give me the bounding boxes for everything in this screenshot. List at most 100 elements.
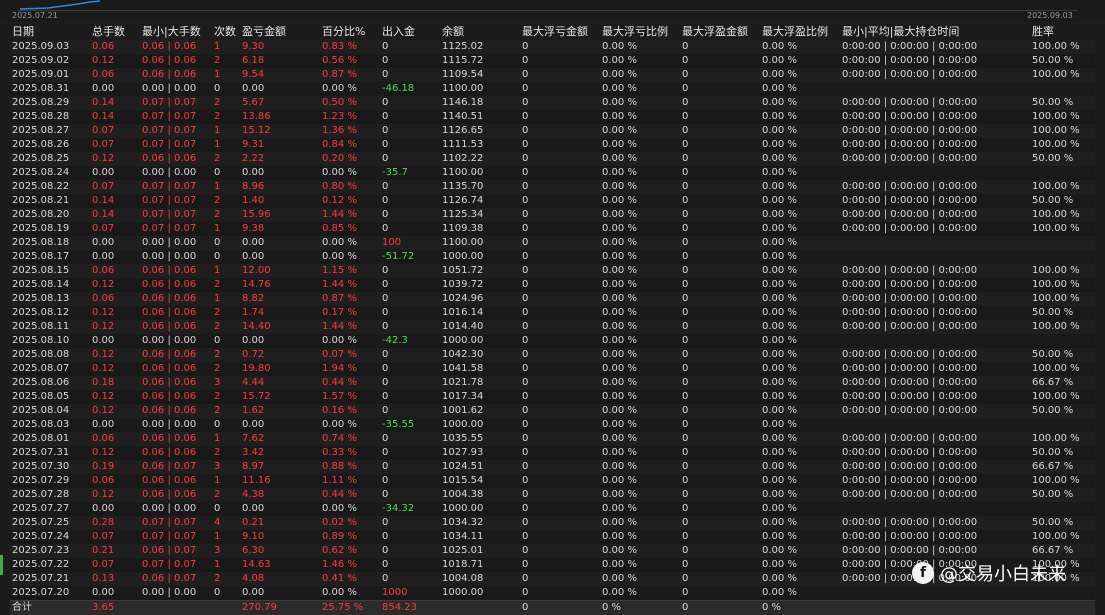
table-row[interactable]: 2025.08.180.000.00 | 0.0000.000.00 %1001… — [10, 236, 1095, 250]
column-header[interactable]: 盈亏金额 — [240, 24, 320, 40]
table-row[interactable]: 2025.08.050.120.06 | 0.06215.721.57 %010… — [10, 390, 1095, 404]
table-row[interactable]: 2025.07.250.280.07 | 0.0740.210.02 %0103… — [10, 516, 1095, 530]
column-header[interactable]: 最大浮亏比例 — [600, 24, 680, 40]
table-row[interactable]: 2025.07.240.070.07 | 0.0719.100.89 %0103… — [10, 530, 1095, 544]
table-row[interactable]: 2025.08.290.140.07 | 0.0725.670.50 %0114… — [10, 96, 1095, 110]
table-row[interactable]: 2025.07.290.060.06 | 0.06111.161.11 %010… — [10, 474, 1095, 488]
column-header[interactable]: 总手数 — [90, 24, 140, 40]
cell-hold-time: 0:00:00 | 0:00:00 | 0:00:00 — [840, 152, 1030, 166]
table-row[interactable]: 2025.08.190.070.07 | 0.0719.380.85 %0110… — [10, 222, 1095, 236]
cell-max-float-profit: 0 — [680, 236, 760, 250]
cell-hold-time — [840, 586, 1030, 601]
table-row[interactable]: 2025.08.070.120.06 | 0.06219.801.94 %010… — [10, 362, 1095, 376]
column-header[interactable]: 余额 — [440, 24, 520, 40]
table-row[interactable]: 2025.07.230.210.06 | 0.0736.300.62 %0102… — [10, 544, 1095, 558]
cell-date: 2025.08.14 — [10, 278, 90, 292]
cell-balance: 1014.40 — [440, 320, 520, 334]
cell-win-rate: 50.00 % — [1030, 446, 1095, 460]
table-row[interactable]: 2025.07.310.120.06 | 0.0623.420.33 %0102… — [10, 446, 1095, 460]
table-row[interactable]: 2025.07.280.120.06 | 0.0624.380.44 %0100… — [10, 488, 1095, 502]
cell-pnl-amount: 4.44 — [240, 376, 320, 390]
table-row[interactable]: 2025.08.310.000.00 | 0.0000.000.00 %-46.… — [10, 82, 1095, 96]
cell-date: 2025.09.03 — [10, 40, 90, 54]
cell-date: 2025.08.01 — [10, 432, 90, 446]
table-row[interactable]: 2025.08.040.120.06 | 0.0621.620.16 %0100… — [10, 404, 1095, 418]
cell-deposit-withdraw: 0 — [380, 222, 440, 236]
table-row[interactable]: 2025.08.170.000.00 | 0.0000.000.00 %-51.… — [10, 250, 1095, 264]
table-row[interactable]: 2025.08.100.000.00 | 0.0000.000.00 %-42.… — [10, 334, 1095, 348]
table-row[interactable]: 2025.08.210.140.07 | 0.0721.400.12 %0112… — [10, 194, 1095, 208]
cell-win-rate — [1030, 250, 1095, 264]
table-row[interactable]: 2025.08.240.000.00 | 0.0000.000.00 %-35.… — [10, 166, 1095, 180]
cell-balance: 1051.72 — [440, 264, 520, 278]
cell-total-lots: 0.07 — [90, 558, 140, 572]
cell-trade-count: 4 — [212, 516, 240, 530]
cell-win-rate: 100.00 % — [1030, 138, 1095, 152]
table-row[interactable]: 2025.08.150.060.06 | 0.06112.001.15 %010… — [10, 264, 1095, 278]
table-row[interactable]: 2025.07.200.000.00 | 0.0000.000.00 %1000… — [10, 586, 1095, 601]
cell-max-float-profit: 0 — [680, 264, 760, 278]
cell-total-lots: 0.12 — [90, 390, 140, 404]
cell-pnl-amount: 0.00 — [240, 502, 320, 516]
table-row[interactable]: 2025.09.030.060.06 | 0.0619.300.83 %0112… — [10, 40, 1095, 54]
table-row[interactable]: 2025.07.300.190.06 | 0.0738.970.88 %0102… — [10, 460, 1095, 474]
table-row[interactable]: 2025.09.010.060.06 | 0.0619.540.87 %0110… — [10, 68, 1095, 82]
cell-date: 2025.08.15 — [10, 264, 90, 278]
table-row[interactable]: 2025.08.120.120.06 | 0.0621.740.17 %0101… — [10, 306, 1095, 320]
table-row[interactable]: 2025.08.080.120.06 | 0.0620.720.07 %0104… — [10, 348, 1095, 362]
table-row[interactable]: 2025.08.260.070.07 | 0.0719.310.84 %0111… — [10, 138, 1095, 152]
column-header[interactable]: 最小|大手数 — [140, 24, 212, 40]
table-row[interactable]: 2025.08.200.140.07 | 0.07215.961.44 %011… — [10, 208, 1095, 222]
cell-pnl-amount: 14.63 — [240, 558, 320, 572]
cell-max-float-profit-pct: 0.00 % — [760, 404, 840, 418]
cell-max-float-loss-pct: 0.00 % — [600, 40, 680, 54]
cell-win-rate: 100.00 % — [1030, 320, 1095, 334]
table-row[interactable]: 2025.08.060.180.06 | 0.0634.440.44 %0102… — [10, 376, 1095, 390]
cell-win-rate — [1030, 236, 1095, 250]
cell-max-float-loss-pct: 0.00 % — [600, 208, 680, 222]
column-header[interactable]: 最大浮亏金额 — [520, 24, 600, 40]
column-header[interactable]: 出入金 — [380, 24, 440, 40]
cell-max-float-profit-pct: 0.00 % — [760, 68, 840, 82]
cell-balance: 1015.54 — [440, 474, 520, 488]
column-header[interactable]: 次数 — [212, 24, 240, 40]
cell-max-float-loss: 0 — [520, 572, 600, 586]
table-row[interactable]: 2025.08.280.140.07 | 0.07213.861.23 %011… — [10, 110, 1095, 124]
cell-min-max-lots: 0.00 | 0.00 — [140, 334, 212, 348]
table-row[interactable]: 2025.08.140.120.06 | 0.06214.761.44 %010… — [10, 278, 1095, 292]
column-header[interactable]: 最大浮盈金额 — [680, 24, 760, 40]
column-header[interactable]: 日期 — [10, 24, 90, 40]
cell-max-float-loss: 0 — [520, 82, 600, 96]
cell-max-float-loss: 0 — [520, 376, 600, 390]
cell-pnl-amount: 19.80 — [240, 362, 320, 376]
table-row[interactable]: 2025.08.030.000.00 | 0.0000.000.00 %-35.… — [10, 418, 1095, 432]
cell-max-float-profit: 0 — [680, 222, 760, 236]
column-header[interactable]: 百分比% — [320, 24, 380, 40]
cell-balance: 1024.96 — [440, 292, 520, 306]
cell-date: 2025.08.10 — [10, 334, 90, 348]
table-row[interactable]: 2025.08.220.070.07 | 0.0718.960.80 %0113… — [10, 180, 1095, 194]
column-header[interactable]: 最大浮盈比例 — [760, 24, 840, 40]
cell-deposit-withdraw: 0 — [380, 124, 440, 138]
table-row[interactable]: 2025.08.130.060.06 | 0.0618.820.87 %0102… — [10, 292, 1095, 306]
table-row[interactable]: 2025.08.250.120.06 | 0.0622.220.20 %0110… — [10, 152, 1095, 166]
table-row[interactable]: 2025.08.010.060.06 | 0.0617.620.74 %0103… — [10, 432, 1095, 446]
cell-max-float-loss-pct: 0.00 % — [600, 502, 680, 516]
cell-total-lots: 0.12 — [90, 404, 140, 418]
cell-balance: 1109.54 — [440, 68, 520, 82]
table-row[interactable]: 2025.07.270.000.00 | 0.0000.000.00 %-34.… — [10, 502, 1095, 516]
cell-win-rate: 66.67 % — [1030, 544, 1095, 558]
table-row[interactable]: 2025.09.020.120.06 | 0.0626.180.56 %0111… — [10, 54, 1095, 68]
cell-deposit-withdraw: 0 — [380, 474, 440, 488]
column-header[interactable]: 最小|平均|最大持仓时间 — [840, 24, 1030, 40]
column-header[interactable]: 胜率 — [1030, 24, 1095, 40]
cell-deposit-withdraw: 1000 — [380, 586, 440, 601]
cell-max-float-loss: 0 — [520, 138, 600, 152]
cell-max-float-profit-pct: 0.00 % — [760, 320, 840, 334]
cell-date: 2025.08.31 — [10, 82, 90, 96]
cell-balance: 1125.34 — [440, 208, 520, 222]
table-row[interactable]: 2025.08.110.120.06 | 0.06214.401.44 %010… — [10, 320, 1095, 334]
cell-balance: 1025.01 — [440, 544, 520, 558]
table-row[interactable]: 2025.08.270.070.07 | 0.07115.121.36 %011… — [10, 124, 1095, 138]
cell-pnl-percent: 0.85 % — [320, 222, 380, 236]
